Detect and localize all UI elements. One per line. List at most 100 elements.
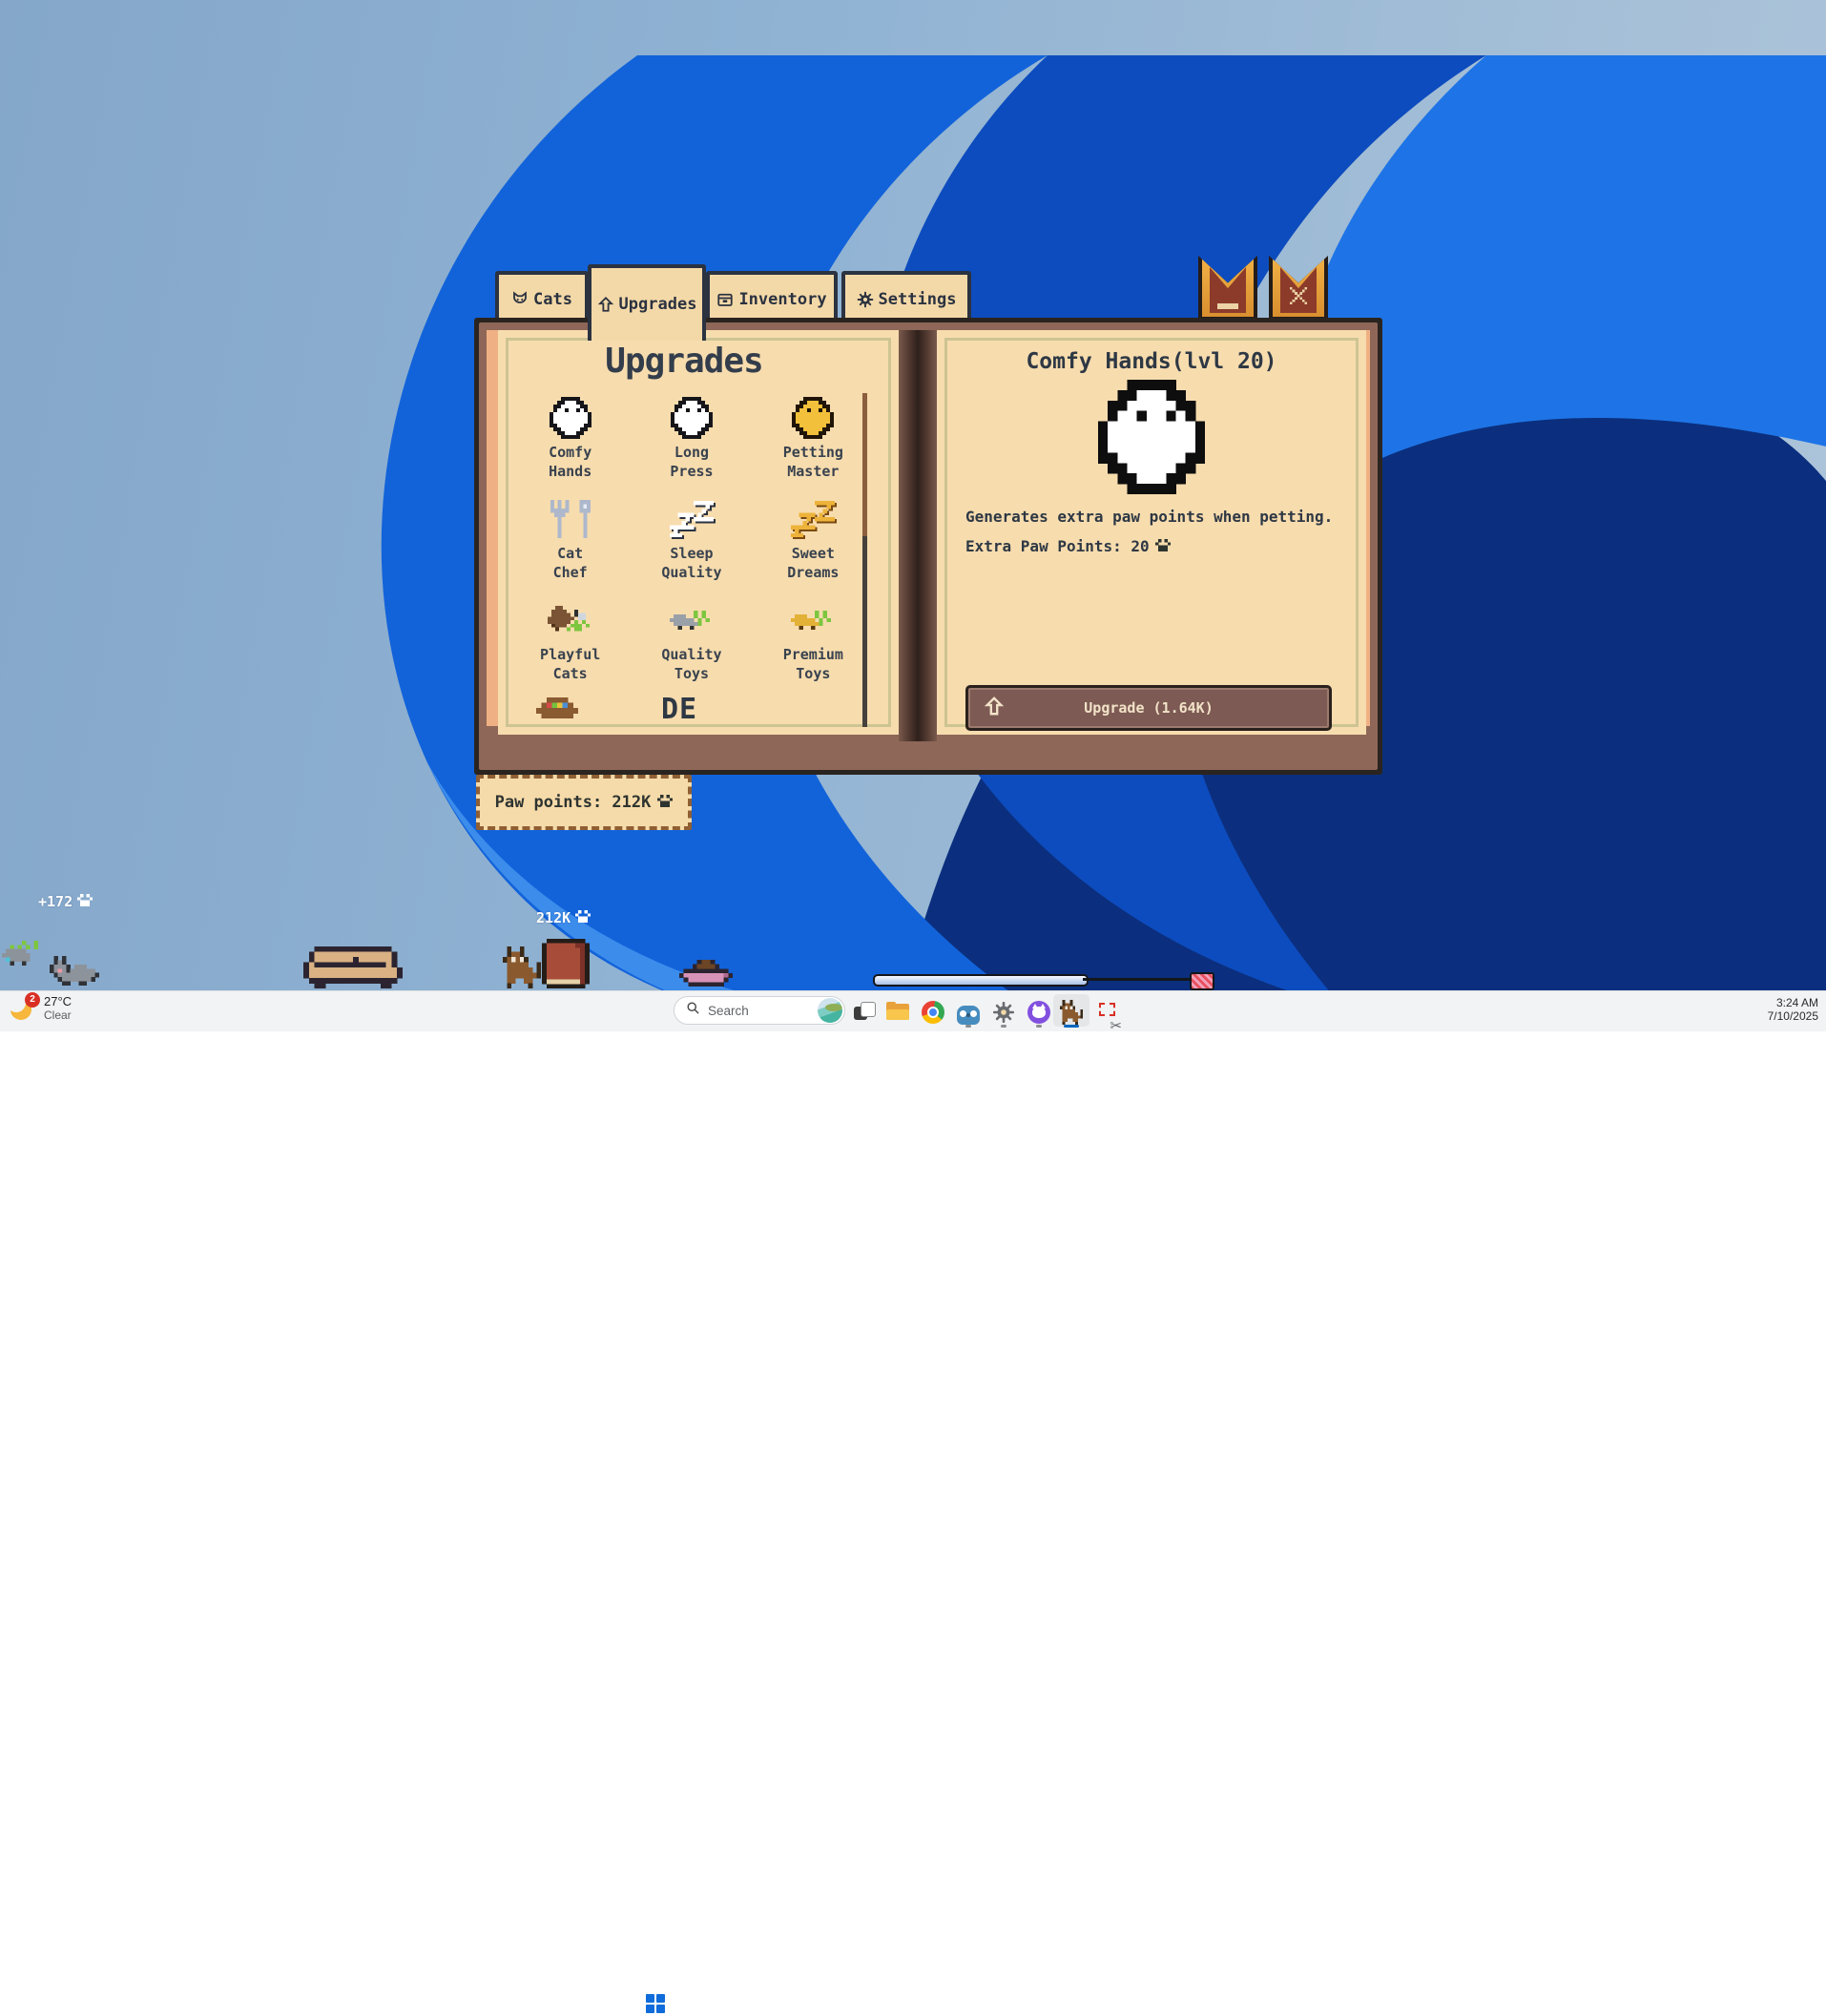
search-input[interactable]: Search [674, 996, 845, 1025]
upgrade-label-line1: Playful [540, 645, 600, 664]
tab-upgrades-label: Upgrades [619, 295, 697, 314]
close-icon [1269, 287, 1328, 309]
paw-points-label: Paw points: 212K [495, 793, 652, 812]
paw-gain-popup: +172 [38, 893, 93, 910]
github-button[interactable] [1027, 1000, 1051, 1025]
book-spine [899, 330, 937, 741]
wand-line [1083, 978, 1193, 981]
tab-upgrades[interactable]: Upgrades [588, 264, 706, 341]
weather-condition: Clear [44, 1008, 72, 1022]
running-indicator-cat-game-active [1064, 1025, 1079, 1028]
upgrade-detail-page: Comfy Hands(lvl 20) Generates extra paw … [937, 330, 1366, 735]
wand-toy-sprite[interactable] [873, 971, 1213, 988]
paw-icon [575, 909, 591, 926]
task-view-button[interactable] [852, 1000, 877, 1025]
godot-icon [957, 1006, 980, 1025]
upgrade-item-long-press[interactable]: LongPress [631, 393, 752, 494]
upgrade-item-cat-chef[interactable]: CatChef [509, 494, 631, 595]
upgrade-label-line2: Master [787, 462, 839, 481]
up-arrow-icon [597, 296, 614, 313]
upgrades-scrollbar-thumb[interactable] [862, 393, 867, 536]
search-placeholder: Search [708, 1004, 810, 1018]
paw-points-box: Paw points: 212K [476, 775, 692, 830]
paw-icon [77, 893, 93, 910]
lying-cat-sprite[interactable] [50, 956, 99, 986]
upgrade-label-line2: Cats [553, 664, 588, 683]
tab-inventory-label: Inventory [738, 290, 826, 309]
upgrade-label-line2: Dreams [787, 563, 839, 582]
settings-button[interactable] [991, 1000, 1016, 1025]
taskbar: 2 27°C Clear [0, 990, 1826, 1031]
paw-icon [657, 793, 673, 812]
zzz-gold-icon [791, 494, 835, 544]
red-book-sprite[interactable] [542, 939, 590, 988]
upgrade-stat: Extra Paw Points: 20 [965, 537, 1171, 555]
toy-gold-icon [791, 595, 835, 645]
upgrade-label-line2: Chef [553, 563, 588, 582]
paw-counter-value: 212K [536, 909, 571, 926]
upgrade-label-line2: Quality [661, 563, 721, 582]
hand-white-icon [671, 393, 713, 443]
upgrade-label-line2: Toys [796, 664, 830, 683]
mouse-toy-sprite[interactable] [2, 941, 46, 966]
upgrade-label-line2: Toys [674, 664, 709, 683]
comfy-hands-icon [1098, 380, 1205, 494]
cat-game-button[interactable] [1059, 1000, 1084, 1025]
upgrade-label-line2: Hands [549, 462, 591, 481]
hand-white-icon [550, 393, 591, 443]
cat-toy-icon [548, 595, 593, 645]
upgrade-item-comfy-hands[interactable]: ComfyHands [509, 393, 631, 494]
upgrade-button[interactable]: Upgrade (1.64K) [965, 685, 1332, 731]
weather-moon-icon: 2 [10, 995, 36, 1022]
upgrade-label-line1: Quality [661, 645, 721, 664]
couch-sprite[interactable] [303, 946, 403, 988]
hand-gold-icon [792, 393, 834, 443]
paw-gain-value: +172 [38, 893, 73, 910]
wand-handle [873, 974, 1089, 987]
cat-face-icon [511, 291, 529, 308]
upgrade-label-line1: Cat [557, 544, 583, 563]
upgrade-label-line1: Comfy [549, 443, 591, 462]
paw-counter-popup: 212K [536, 909, 591, 926]
running-indicator-github [1036, 1025, 1042, 1028]
food-plate-icon[interactable] [536, 697, 578, 718]
windows-logo-icon [646, 1994, 665, 2013]
upgrade-item-premium-toys[interactable]: PremiumToys [753, 595, 874, 696]
snipping-tool-button[interactable]: ✂ [1097, 1000, 1122, 1025]
file-explorer-button[interactable] [885, 1000, 910, 1025]
github-icon [1027, 1001, 1050, 1024]
minimize-icon [1198, 303, 1257, 309]
upgrade-item-sweet-dreams[interactable]: SweetDreams [753, 494, 874, 595]
paw-icon [1155, 537, 1171, 555]
upgrade-item-quality-toys[interactable]: QualityToys [631, 595, 752, 696]
running-indicator-godot [965, 1025, 971, 1028]
brown-cat-sprite[interactable] [503, 946, 541, 988]
weather-widget[interactable]: 2 27°C Clear [10, 994, 72, 1022]
book-cover: Upgrades ComfyHandsLongPressPettingMaste… [479, 322, 1378, 770]
upgrade-label-line2: Press [670, 462, 713, 481]
clock-widget[interactable]: 3:24 AM 7/10/2025 [1768, 996, 1818, 1023]
upgrade-item-sleep-quality[interactable]: SleepQuality [631, 494, 752, 595]
running-indicator-settings [1001, 1025, 1006, 1028]
clock-date: 7/10/2025 [1768, 1009, 1818, 1023]
search-icon [686, 1001, 700, 1020]
game-window-book: Upgrades ComfyHandsLongPressPettingMaste… [474, 318, 1382, 775]
inventory-box-icon [716, 291, 734, 308]
weather-temp: 27°C [44, 994, 72, 1008]
start-button[interactable] [643, 1991, 668, 2016]
upgrade-item-playful-cats[interactable]: PlayfulCats [509, 595, 631, 696]
upgrade-item-petting-master[interactable]: PettingMaster [753, 393, 874, 494]
upgrades-scrollbar-track[interactable] [862, 393, 867, 727]
upgrade-arrow-icon [984, 696, 1005, 721]
toy-gray-icon [670, 595, 714, 645]
gear-icon [857, 291, 874, 308]
upgrade-detail-title: Comfy Hands(lvl 20) [937, 349, 1366, 374]
chrome-button[interactable] [921, 1000, 945, 1025]
cutlery-icon [550, 494, 591, 544]
snipping-tool-icon: ✂ [1098, 1001, 1121, 1024]
cat-game-icon [1060, 1000, 1083, 1025]
food-bowl-sprite[interactable] [679, 960, 733, 987]
tab-settings-label: Settings [879, 290, 957, 309]
task-view-icon [852, 1000, 877, 1025]
wand-lure [1190, 972, 1214, 990]
